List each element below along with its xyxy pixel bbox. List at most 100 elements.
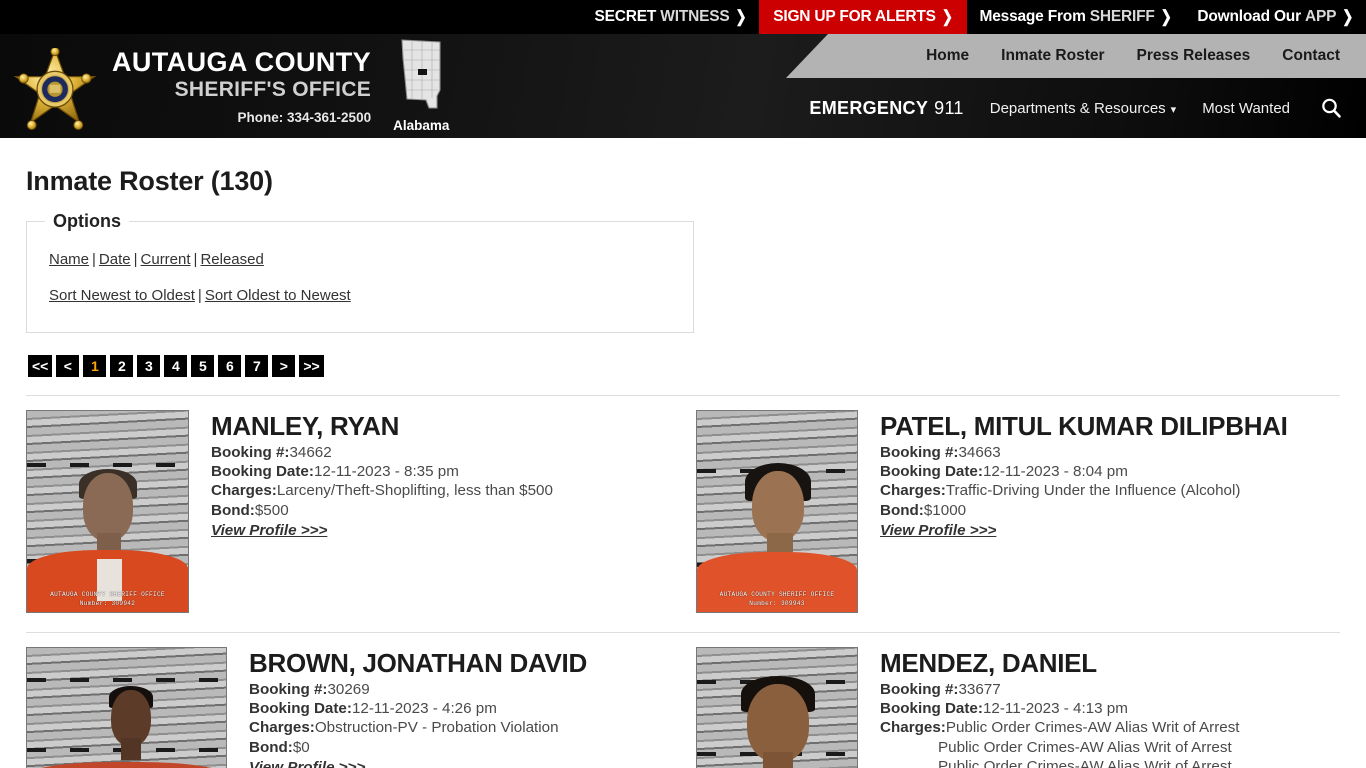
nav-item-press-releases[interactable]: Press Releases bbox=[1121, 47, 1267, 65]
chevron-right-icon: ❯ bbox=[735, 7, 747, 26]
bond-value: $1000 bbox=[923, 501, 967, 519]
mugshot-photo: AUTAUGA COUNTY SHERIFF OFFICE Number: 30… bbox=[696, 409, 858, 613]
pagination-page-4[interactable]: 4 bbox=[164, 354, 188, 377]
mugshot-caption: AUTAUGA COUNTY SHERIFF OFFICE Number: 30… bbox=[27, 591, 188, 609]
face bbox=[752, 470, 804, 541]
pagination-page-5[interactable]: 5 bbox=[191, 354, 215, 377]
charges-value: Obstruction-PV - Probation Violation bbox=[314, 719, 559, 737]
agency-subtitle: SHERIFF'S OFFICE bbox=[174, 78, 372, 102]
neck bbox=[763, 751, 793, 768]
filter-link-released[interactable]: Released bbox=[200, 251, 263, 268]
nav-item-inmate-roster[interactable]: Inmate Roster bbox=[985, 47, 1120, 65]
nav-item-departments-resources[interactable]: Departments & Resources ▾ bbox=[990, 100, 1176, 117]
inmate-info: BROWN, JONATHAN DAVID Booking #:30269 Bo… bbox=[227, 647, 670, 768]
pagination-prev[interactable]: < bbox=[56, 354, 80, 377]
pagination-next[interactable]: > bbox=[272, 354, 296, 377]
nav-item-most-wanted[interactable]: Most Wanted bbox=[1202, 100, 1290, 117]
chevron-right-icon: ❯ bbox=[1342, 7, 1353, 26]
options-panel: Options Name | Date | Current | Released Sort … bbox=[26, 211, 694, 333]
secret-witness-link[interactable]: SECRET WITNESS ❯ bbox=[582, 0, 760, 34]
view-profile-link[interactable]: View Profile >>> bbox=[211, 522, 327, 539]
mugshot-caption-agency: AUTAUGA COUNTY SHERIFF OFFICE bbox=[719, 590, 835, 598]
booking-date-field: Booking Date:12-11-2023 - 4:26 pm bbox=[249, 699, 670, 718]
roster-row: AUTAUGA COUNTY SHERIFF OFFICE Number: 12… bbox=[26, 633, 1340, 768]
search-icon[interactable] bbox=[1316, 93, 1346, 123]
brand-text: AUTAUGA COUNTY SHERIFF'S OFFICE Phone: 3… bbox=[112, 47, 377, 125]
pagination-page-1[interactable]: 1 bbox=[83, 354, 107, 377]
charges-value-extra: Public Order Crimes-AW Alias Writ of Arr… bbox=[938, 738, 1232, 756]
booking-number-field: Booking #:30269 bbox=[249, 680, 670, 699]
sheriff-star-icon bbox=[13, 48, 97, 130]
sheriff-badge-logo bbox=[2, 34, 106, 138]
emergency-number: 911 bbox=[934, 97, 964, 118]
face bbox=[83, 472, 133, 541]
charges-value: Public Order Crimes-AW Alias Writ of Arr… bbox=[945, 719, 1240, 737]
nav-item-contact[interactable]: Contact bbox=[1266, 47, 1356, 65]
pagination-page-3[interactable]: 3 bbox=[137, 354, 161, 377]
inmate-card: AUTAUGA COUNTY SHERIFF OFFICE Number: 12… bbox=[26, 646, 670, 768]
wall-marker bbox=[27, 677, 226, 682]
inmate-info: MANLEY, RYAN Booking #:34662 Booking Dat… bbox=[189, 410, 670, 541]
brand-block[interactable]: AUTAUGA COUNTY SHERIFF'S OFFICE Phone: 3… bbox=[0, 34, 449, 138]
booking-date-field: Booking Date:12-11-2023 - 8:04 pm bbox=[880, 462, 1340, 481]
pagination-page-2[interactable]: 2 bbox=[110, 354, 134, 377]
booking-date-value: 12-11-2023 - 4:13 pm bbox=[982, 700, 1128, 718]
charges-field: Charges:Public Order Crimes-AW Alias Wri… bbox=[880, 718, 1340, 737]
wall-marker bbox=[27, 462, 188, 467]
mugshot-caption-agency: AUTAUGA COUNTY SHERIFF OFFICE bbox=[50, 590, 165, 598]
pagination-first[interactable]: << bbox=[28, 354, 53, 377]
separator: | bbox=[133, 251, 138, 268]
charges-value: Traffic-Driving Under the Influence (Alc… bbox=[945, 482, 1241, 500]
view-profile-link[interactable]: View Profile >>> bbox=[249, 759, 365, 768]
separator: | bbox=[193, 251, 198, 268]
nav-item-home[interactable]: Home bbox=[910, 47, 985, 65]
booking-date-value: 12-11-2023 - 8:04 pm bbox=[982, 463, 1128, 481]
download-app-soft: APP bbox=[1305, 8, 1337, 25]
state-outline-block: Alabama bbox=[393, 38, 449, 135]
filter-link-date[interactable]: Date bbox=[99, 251, 131, 268]
download-app-link[interactable]: Download Our APP ❯ bbox=[1184, 0, 1366, 34]
filter-link-current[interactable]: Current bbox=[141, 251, 191, 268]
sign-up-for-alerts-link[interactable]: SIGN UP FOR ALERTS ❯ bbox=[759, 0, 967, 34]
message-from-strong: Message From bbox=[979, 8, 1086, 25]
chevron-right-icon: ❯ bbox=[941, 7, 953, 26]
roster-row: AUTAUGA COUNTY SHERIFF OFFICE Number: 30… bbox=[26, 396, 1340, 613]
pagination-last[interactable]: >> bbox=[299, 354, 324, 377]
download-app-strong: Download Our bbox=[1197, 8, 1301, 25]
view-profile-link[interactable]: View Profile >>> bbox=[880, 522, 996, 539]
booking-date-label: Booking Date: bbox=[880, 463, 983, 481]
booking-number-label: Booking #: bbox=[211, 443, 290, 461]
sort-link-oldest-to-newest[interactable]: Sort Oldest to Newest bbox=[205, 287, 351, 304]
site-header: AUTAUGA COUNTY SHERIFF'S OFFICE Phone: 3… bbox=[0, 34, 1366, 138]
booking-number-value: 33677 bbox=[958, 680, 1001, 698]
sort-link-newest-to-oldest[interactable]: Sort Newest to Oldest bbox=[49, 287, 195, 304]
inmate-info: MENDEZ, DANIEL Booking #:33677 Booking D… bbox=[858, 647, 1340, 768]
filter-links-row: Name | Date | Current | Released bbox=[49, 246, 675, 274]
main-content: Inmate Roster (130) Options Name | Date | Cu… bbox=[0, 166, 1366, 768]
bond-label: Bond: bbox=[880, 501, 924, 519]
bond-field: Bond:$0 bbox=[249, 738, 670, 757]
mugshot-caption-number: Number: 309943 bbox=[749, 599, 805, 607]
pagination-page-6[interactable]: 6 bbox=[218, 354, 242, 377]
inmate-info: PATEL, MITUL KUMAR DILIPBHAI Booking #:3… bbox=[858, 410, 1340, 541]
chevron-right-icon: ❯ bbox=[1160, 7, 1172, 26]
face bbox=[747, 683, 809, 762]
agency-name: AUTAUGA COUNTY bbox=[112, 46, 372, 77]
bond-value: $0 bbox=[292, 738, 310, 756]
booking-number-label: Booking #: bbox=[880, 680, 959, 698]
inmate-name: MENDEZ, DANIEL bbox=[880, 647, 1097, 678]
mugshot-caption: AUTAUGA COUNTY SHERIFF OFFICE Number: 30… bbox=[697, 591, 857, 609]
inmate-card: MENDEZ, DANIEL Booking #:33677 Booking D… bbox=[696, 646, 1340, 768]
secret-witness-strong: SECRET bbox=[594, 8, 657, 25]
booking-date-label: Booking Date: bbox=[880, 700, 983, 718]
bond-label: Bond: bbox=[211, 501, 255, 519]
mugshot-photo bbox=[696, 646, 858, 768]
inmate-name: PATEL, MITUL KUMAR DILIPBHAI bbox=[880, 410, 1288, 441]
pagination-page-7[interactable]: 7 bbox=[245, 354, 269, 377]
filter-link-name[interactable]: Name bbox=[49, 251, 89, 268]
charges-value: Larceny/Theft-Shoplifting, less than $50… bbox=[276, 482, 553, 500]
charges-label: Charges: bbox=[249, 719, 315, 737]
secondary-navigation: EMERGENCY 911 Departments & Resources ▾ Mo… bbox=[806, 78, 1366, 138]
message-from-sheriff-link[interactable]: Message From SHERIFF ❯ bbox=[967, 0, 1185, 34]
booking-number-field: Booking #:34663 bbox=[880, 443, 1340, 462]
